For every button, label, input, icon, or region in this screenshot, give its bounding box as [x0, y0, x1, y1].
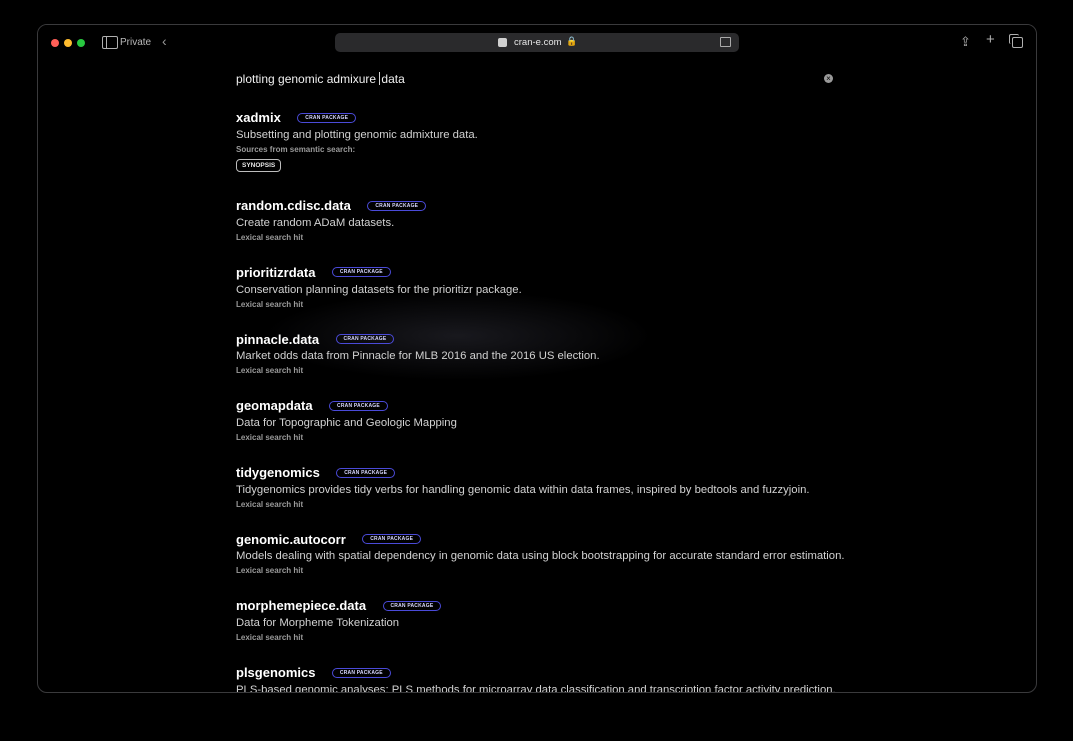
package-description: PLS-based genomic analyses; PLS methods …: [236, 683, 836, 693]
back-icon[interactable]: ‹: [162, 33, 167, 49]
favicon-icon: [498, 38, 507, 47]
search-source-label: Lexical search hit: [236, 366, 304, 376]
package-name-link[interactable]: genomic.autocorr: [236, 532, 346, 547]
browser-window: Private ‹ cran-e.com 🔒 ⇪ + plotting geno…: [37, 24, 1037, 693]
result-item: plsgenomics CRAN PACKAGE PLS-based genom…: [236, 664, 976, 693]
result-item: prioritizrdata CRAN PACKAGE Conservation…: [236, 264, 976, 331]
cran-package-badge: CRAN PACKAGE: [367, 200, 427, 211]
results-list: xadmix CRAN PACKAGE Subsetting and plott…: [236, 109, 976, 693]
package-description: Conservation planning datasets for the p…: [236, 283, 522, 296]
cran-package-badge: CRAN PACKAGE: [336, 467, 396, 478]
minimize-window-button[interactable]: [64, 39, 72, 47]
result-item: geomapdata CRAN PACKAGE Data for Topogra…: [236, 397, 976, 464]
result-item: tidygenomics CRAN PACKAGE Tidygenomics p…: [236, 464, 976, 531]
package-description: Market odds data from Pinnacle for MLB 2…: [236, 350, 600, 363]
search-source-label: Sources from semantic search:: [236, 145, 356, 154]
lock-icon: 🔒: [566, 36, 578, 46]
package-name-link[interactable]: plsgenomics: [236, 665, 315, 680]
search-source-label: Lexical search hit: [236, 233, 304, 242]
result-item: pinnacle.data CRAN PACKAGE Market odds d…: [236, 330, 976, 397]
page-content: plotting genomic admixure data × xadmix …: [38, 61, 1036, 692]
package-name-link[interactable]: morphemepiece.data: [236, 598, 366, 613]
package-description: Subsetting and plotting genomic admixtur…: [236, 129, 478, 141]
package-name-link[interactable]: pinnacle.data: [236, 332, 319, 347]
package-description: Create random ADaM datasets.: [236, 217, 395, 229]
cran-package-badge: CRAN PACKAGE: [382, 600, 442, 611]
search-source-label: Lexical search hit: [236, 633, 304, 643]
package-name-link[interactable]: tidygenomics: [236, 465, 320, 480]
share-icon[interactable]: ⇪: [960, 34, 971, 50]
private-label: Private: [120, 37, 152, 48]
cran-package-badge: CRAN PACKAGE: [335, 334, 395, 345]
clear-search-icon[interactable]: ×: [824, 74, 833, 83]
search-source-label: Lexical search hit: [236, 433, 304, 443]
cran-package-badge: CRAN PACKAGE: [331, 667, 391, 678]
zoom-window-button[interactable]: [77, 39, 85, 47]
package-description: Models dealing with spatial dependency i…: [236, 550, 845, 563]
search-source-label: Lexical search hit: [236, 499, 304, 509]
reader-icon[interactable]: [720, 37, 731, 47]
search-query-after-caret: data: [381, 72, 405, 86]
package-name-link[interactable]: random.cdisc.data: [236, 198, 351, 213]
package-name-link[interactable]: prioritizrdata: [236, 265, 315, 280]
sidebar-icon[interactable]: [102, 36, 118, 49]
new-tab-icon[interactable]: +: [986, 31, 995, 48]
cran-package-badge: CRAN PACKAGE: [329, 400, 388, 411]
package-name-link[interactable]: xadmix: [236, 110, 281, 125]
browser-toolbar: Private ‹ cran-e.com 🔒 ⇪ +: [38, 25, 1036, 61]
search-bar[interactable]: plotting genomic admixure data ×: [236, 72, 836, 94]
result-item: morphemepiece.data CRAN PACKAGE Data for…: [236, 597, 976, 664]
result-item: genomic.autocorr CRAN PACKAGE Models dea…: [236, 530, 976, 597]
close-window-button[interactable]: [51, 39, 59, 47]
url-text: cran-e.com: [514, 37, 562, 48]
package-description: Tidygenomics provides tidy verbs for han…: [236, 483, 810, 496]
result-item: random.cdisc.data CRAN PACKAGE Create ra…: [236, 197, 976, 264]
package-name-link[interactable]: geomapdata: [236, 398, 313, 413]
cran-package-badge: CRAN PACKAGE: [362, 534, 422, 545]
search-source-label: Lexical search hit: [236, 299, 304, 309]
address-bar[interactable]: cran-e.com 🔒: [335, 33, 739, 52]
result-item: xadmix CRAN PACKAGE Subsetting and plott…: [236, 109, 976, 197]
tab-overview-icon[interactable]: [1009, 34, 1023, 48]
synopsis-tag[interactable]: SYNOPSIS: [236, 159, 282, 172]
cran-package-badge: CRAN PACKAGE: [331, 267, 391, 278]
cran-package-badge: CRAN PACKAGE: [297, 112, 357, 123]
search-source-label: Lexical search hit: [236, 566, 304, 576]
search-query-before-caret: plotting genomic admixure: [236, 72, 380, 86]
search-input[interactable]: plotting genomic admixure data: [236, 72, 405, 86]
package-description: Data for Topographic and Geologic Mappin…: [236, 417, 457, 430]
package-description: Data for Morpheme Tokenization: [236, 617, 400, 630]
